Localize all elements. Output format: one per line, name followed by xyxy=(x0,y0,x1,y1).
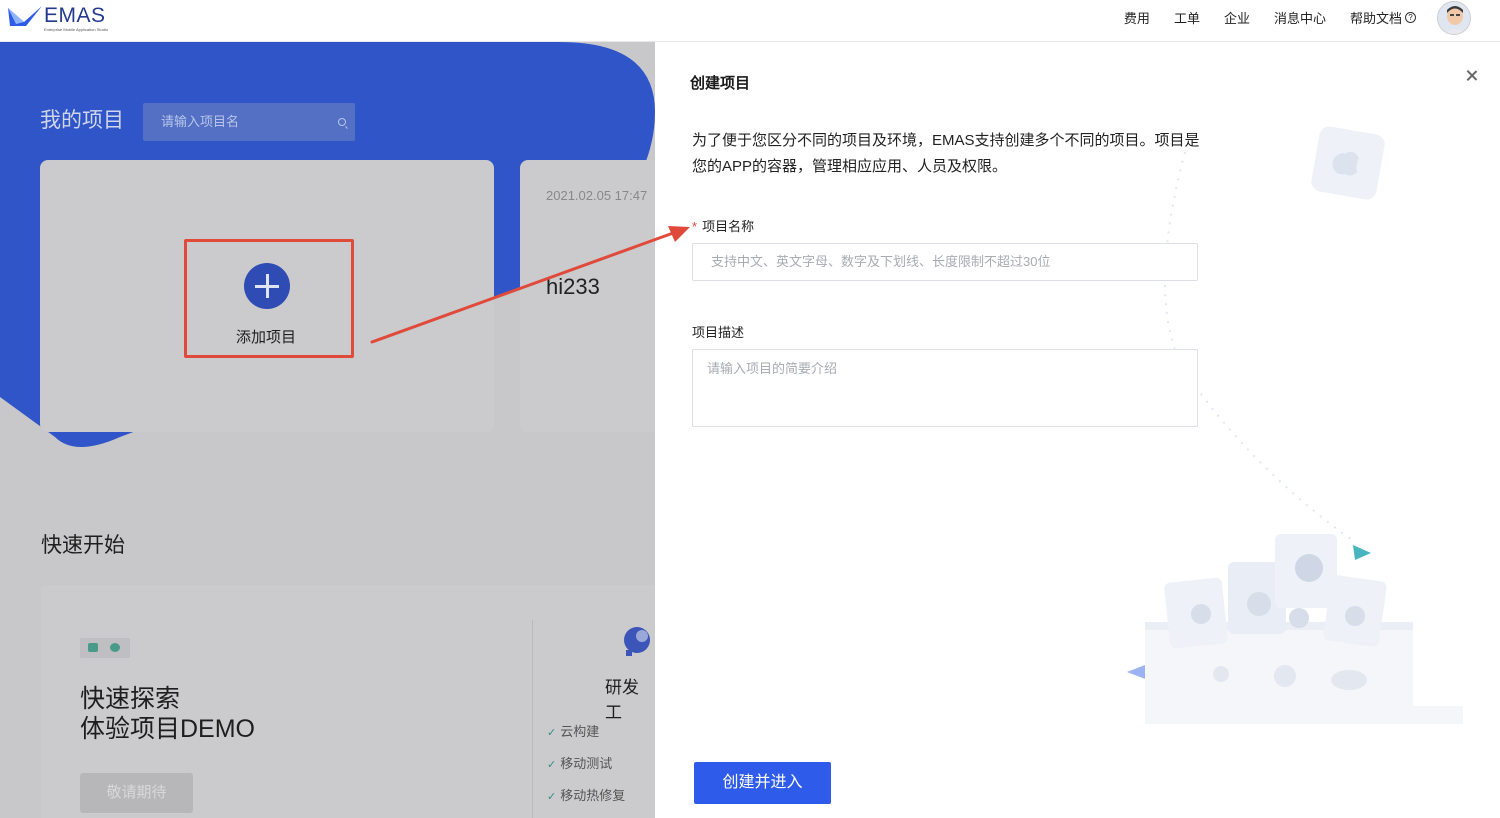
feature-item: ✓ 移动测试 xyxy=(547,753,612,772)
project-name: hi233 xyxy=(546,274,600,299)
project-description-textarea[interactable]: 请输入项目的简要介绍 xyxy=(692,349,1198,427)
create-and-enter-button[interactable]: 创建并进入 xyxy=(694,762,831,804)
project-list-page: 我的项目 请输入项目名 添加项目 2021.02.05 17:47 hi233 … xyxy=(0,42,655,818)
feature-item: ✓ 移动热修复 xyxy=(547,785,625,804)
card-divider xyxy=(532,620,533,818)
project-name-placeholder: 支持中文、英文字母、数字及下划线、长度限制不超过30位 xyxy=(711,254,1051,269)
project-description-label: 项目描述 xyxy=(692,325,745,340)
android-icon xyxy=(88,643,98,652)
feature-label: 云构建 xyxy=(560,724,600,739)
top-nav-bar: EMAS Enterprise Mobile Application Studi… xyxy=(0,0,1500,42)
create-project-drawer: 创建项目 为了便于您区分不同的项目及环境，EMAS支持创建多个不同的项目。项目是… xyxy=(655,42,1500,818)
annotation-highlight-box xyxy=(184,239,354,358)
nav-enterprise[interactable]: 企业 xyxy=(1224,8,1250,27)
dev-tools-title: 研发工 xyxy=(605,678,639,722)
apple-icon xyxy=(110,643,120,652)
check-icon: ✓ xyxy=(547,791,557,803)
platform-badge xyxy=(80,638,130,658)
user-avatar[interactable] xyxy=(1437,1,1471,35)
feature-label: 移动测试 xyxy=(560,756,613,771)
project-name-label: * 项目名称 xyxy=(692,216,754,235)
nav-help[interactable]: 帮助文档 ? xyxy=(1350,8,1416,27)
drawer-title: 创建项目 xyxy=(690,75,751,92)
feature-item: ✓ 云构建 xyxy=(547,721,599,740)
dev-tools-icon xyxy=(624,627,650,656)
nav-fees[interactable]: 费用 xyxy=(1124,8,1150,27)
nav-help-label: 帮助文档 xyxy=(1349,10,1402,26)
nav-tickets[interactable]: 工单 xyxy=(1174,8,1200,27)
search-placeholder: 请输入项目名 xyxy=(161,114,240,129)
check-icon: ✓ xyxy=(547,727,557,739)
required-asterisk: * xyxy=(692,219,698,234)
project-description-placeholder: 请输入项目的简要介绍 xyxy=(707,361,838,376)
nav-messages[interactable]: 消息中心 xyxy=(1274,8,1326,27)
quick-start-title: 快速开始 xyxy=(41,534,125,557)
drawer-intro-text: 为了便于您区分不同的项目及环境，EMAS支持创建多个不同的项目。项目是您的APP… xyxy=(692,132,1200,175)
project-date: 2021.02.05 17:47 xyxy=(546,188,648,203)
project-name-label-text: 项目名称 xyxy=(702,219,755,234)
logo-icon xyxy=(8,6,42,26)
project-name-input[interactable]: 支持中文、英文字母、数字及下划线、长度限制不超过30位 xyxy=(692,243,1198,281)
logo-text: EMAS xyxy=(44,4,106,27)
avatar-image xyxy=(1438,2,1470,34)
demo-title-line2: 体验项目DEMO xyxy=(80,715,256,743)
emas-logo[interactable]: EMAS Enterprise Mobile Application Studi… xyxy=(8,4,108,32)
coming-soon-button[interactable]: 敬请期待 xyxy=(80,773,193,813)
logo-subtext: Enterprise Mobile Application Studio xyxy=(44,27,109,32)
project-search-input[interactable]: 请输入项目名 xyxy=(143,103,355,141)
top-nav: 费用 工单 企业 消息中心 帮助文档 ? xyxy=(1124,0,1416,34)
my-projects-title: 我的项目 xyxy=(40,109,124,132)
question-icon: ? xyxy=(1405,11,1416,23)
search-icon[interactable] xyxy=(338,118,346,126)
close-icon[interactable] xyxy=(1464,68,1480,84)
feature-label: 移动热修复 xyxy=(560,788,626,803)
project-card[interactable]: 2021.02.05 17:47 hi233 xyxy=(520,160,655,432)
check-icon: ✓ xyxy=(547,759,557,771)
